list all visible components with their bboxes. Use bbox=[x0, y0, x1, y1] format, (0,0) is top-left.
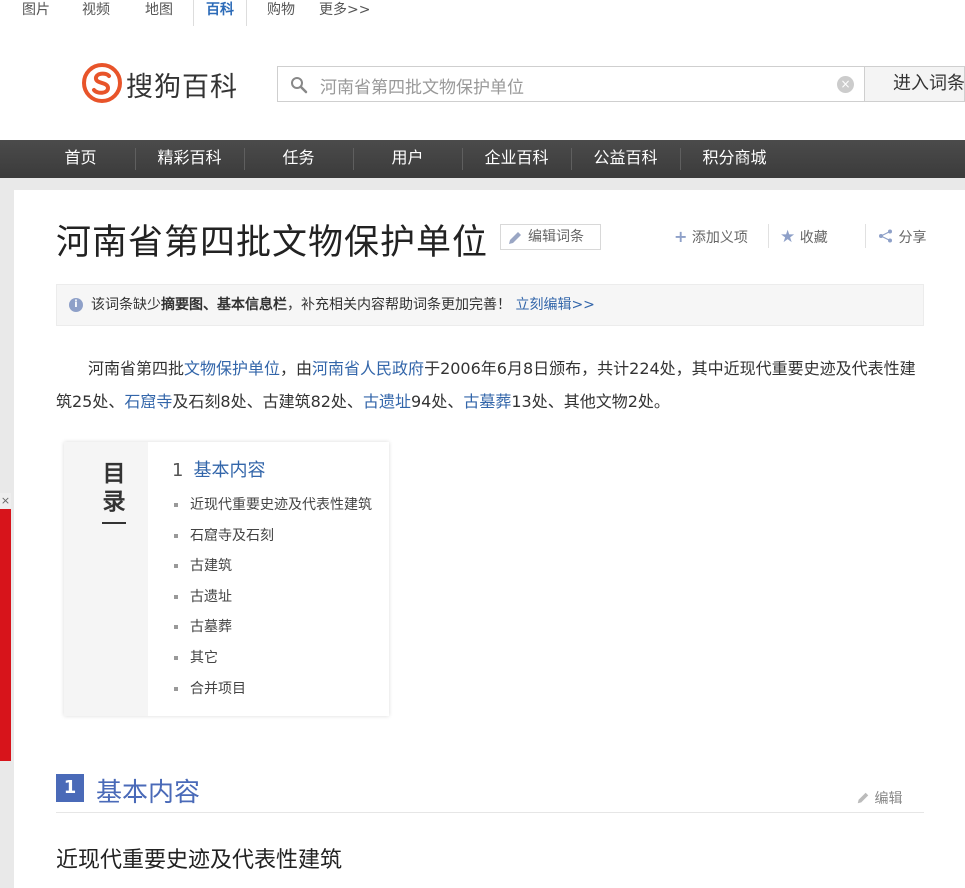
side-ad[interactable] bbox=[0, 493, 11, 761]
favorite-button[interactable]: ★ 收藏 bbox=[780, 227, 828, 247]
toc-label-underline bbox=[102, 522, 126, 524]
toc-item-label: 合并项目 bbox=[190, 681, 246, 697]
clear-icon[interactable]: × bbox=[837, 76, 854, 93]
nav-home[interactable]: 首页 bbox=[26, 140, 135, 178]
nav-users[interactable]: 用户 bbox=[353, 140, 462, 178]
notice-suffix: ，补充相关内容帮助词条更加完善！ bbox=[287, 297, 511, 313]
toc-heading[interactable]: 1 基本内容 bbox=[172, 456, 265, 482]
info-icon: i bbox=[69, 298, 83, 312]
table-of-contents: 目录 1 基本内容 近现代重要史迹及代表性建筑 石窟寺及石刻 古建筑 古遗址 古墓… bbox=[64, 442, 389, 716]
section-number: 1 bbox=[56, 774, 84, 802]
toc-label: 目录 bbox=[102, 461, 126, 515]
add-meaning-label: 添加义项 bbox=[691, 230, 748, 246]
notice-text: 该词条缺少摘要图、基本信息栏，补充相关内容帮助词条更加完善！ 立刻编辑>> bbox=[91, 285, 595, 325]
section-title: 基本内容 bbox=[96, 778, 201, 808]
main-nav: 首页 精彩百科 任务 用户 企业百科 公益百科 积分商城 bbox=[0, 140, 965, 178]
toc-item-label: 古建筑 bbox=[190, 558, 232, 574]
favorite-label: 收藏 bbox=[799, 230, 828, 246]
tab-video[interactable]: 视频 bbox=[82, 0, 110, 26]
nav-charity[interactable]: 公益百科 bbox=[571, 140, 680, 178]
section-edit-button[interactable]: 编辑 bbox=[856, 788, 902, 808]
enter-entry-button[interactable]: 进入词条 bbox=[865, 66, 965, 102]
subsection-title: 近现代重要史迹及代表性建筑 bbox=[56, 848, 343, 873]
link-grottoes[interactable]: 石窟寺 bbox=[124, 392, 172, 411]
tab-more[interactable]: 更多>> bbox=[319, 0, 370, 26]
toc-item[interactable]: 古遗址 bbox=[174, 586, 232, 606]
close-icon[interactable]: × bbox=[0, 493, 11, 509]
edit-now-link[interactable]: 立刻编辑>> bbox=[515, 297, 594, 313]
link-ancient-tombs[interactable]: 古墓葬 bbox=[463, 392, 511, 411]
pencil-icon bbox=[509, 232, 521, 244]
tab-images[interactable]: 图片 bbox=[22, 0, 50, 26]
toc-heading-number: 1 bbox=[172, 460, 184, 481]
logo-text: 搜狗百科 bbox=[126, 72, 238, 103]
toc-item-label: 近现代重要史迹及代表性建筑 bbox=[190, 497, 372, 513]
sogou-logo-icon bbox=[82, 63, 122, 103]
nav-points-mall[interactable]: 积分商城 bbox=[680, 140, 789, 178]
toc-item-label: 其它 bbox=[190, 650, 218, 666]
edit-entry-label: 编辑词条 bbox=[528, 229, 584, 245]
nav-enterprise[interactable]: 企业百科 bbox=[462, 140, 571, 178]
link-henan-government[interactable]: 河南省人民政府 bbox=[312, 359, 424, 378]
toc-heading-link[interactable]: 基本内容 bbox=[193, 460, 265, 481]
toc-item-label: 古遗址 bbox=[190, 589, 232, 605]
toc-item-label: 石窟寺及石刻 bbox=[190, 528, 274, 544]
summary: 河南省第四批文物保护单位，由河南省人民政府于2006年6月8日颁布，共计224处… bbox=[56, 352, 916, 418]
summary-text: 河南省第四批 bbox=[88, 359, 185, 378]
link-cultural-relics[interactable]: 文物保护单位 bbox=[184, 359, 280, 378]
toc-item[interactable]: 近现代重要史迹及代表性建筑 bbox=[174, 494, 372, 514]
toc-item-label: 古墓葬 bbox=[190, 619, 232, 635]
link-ancient-sites[interactable]: 古遗址 bbox=[363, 392, 411, 411]
share-icon bbox=[879, 229, 892, 243]
toc-item[interactable]: 石窟寺及石刻 bbox=[174, 525, 274, 545]
actions-divider bbox=[865, 224, 866, 248]
tab-baike[interactable]: 百科 bbox=[193, 0, 247, 27]
pencil-icon bbox=[857, 792, 869, 804]
tab-shopping[interactable]: 购物 bbox=[267, 0, 295, 26]
summary-text: 13处、其他文物2处。 bbox=[511, 392, 670, 411]
edit-entry-button[interactable]: 编辑词条 bbox=[500, 224, 601, 250]
toc-item[interactable]: 古墓葬 bbox=[174, 616, 232, 636]
search-icon bbox=[291, 77, 308, 94]
tab-map[interactable]: 地图 bbox=[145, 0, 173, 26]
toc-item[interactable]: 合并项目 bbox=[174, 678, 246, 698]
plus-icon: + bbox=[674, 227, 688, 246]
share-button[interactable]: 分享 bbox=[878, 227, 926, 247]
nav-tasks[interactable]: 任务 bbox=[244, 140, 353, 178]
notice-bold: 摘要图、基本信息栏 bbox=[161, 297, 287, 313]
nav-featured[interactable]: 精彩百科 bbox=[135, 140, 244, 178]
share-label: 分享 bbox=[898, 230, 927, 246]
section-edit-label: 编辑 bbox=[874, 791, 903, 807]
toc-sidebar: 目录 bbox=[64, 442, 148, 716]
missing-info-notice: i 该词条缺少摘要图、基本信息栏，补充相关内容帮助词条更加完善！ 立刻编辑>> bbox=[56, 284, 924, 326]
search-box: × bbox=[277, 66, 865, 103]
summary-text: 及石刻8处、古建筑82处、 bbox=[172, 392, 363, 411]
header: 搜狗百科 × 进入词条 bbox=[0, 26, 965, 140]
star-icon: ★ bbox=[780, 227, 796, 247]
summary-text: 94处、 bbox=[410, 392, 464, 411]
section-header: 1 基本内容 编辑 bbox=[56, 774, 924, 813]
page-title: 河南省第四批文物保护单位 bbox=[56, 223, 489, 263]
toc-item[interactable]: 其它 bbox=[174, 647, 218, 667]
toc-item[interactable]: 古建筑 bbox=[174, 555, 232, 575]
notice-prefix: 该词条缺少 bbox=[91, 297, 161, 313]
search-input[interactable] bbox=[318, 67, 822, 103]
add-meaning-button[interactable]: + 添加义项 bbox=[674, 227, 748, 247]
summary-text: ，由 bbox=[280, 359, 313, 378]
article-panel: 河南省第四批文物保护单位 编辑词条 + 添加义项 ★ 收藏 分享 i 该词条缺少… bbox=[14, 190, 965, 888]
channel-tabs: 图片 视频 地图 百科 购物 更多>> bbox=[0, 0, 965, 27]
actions-divider bbox=[768, 224, 769, 248]
